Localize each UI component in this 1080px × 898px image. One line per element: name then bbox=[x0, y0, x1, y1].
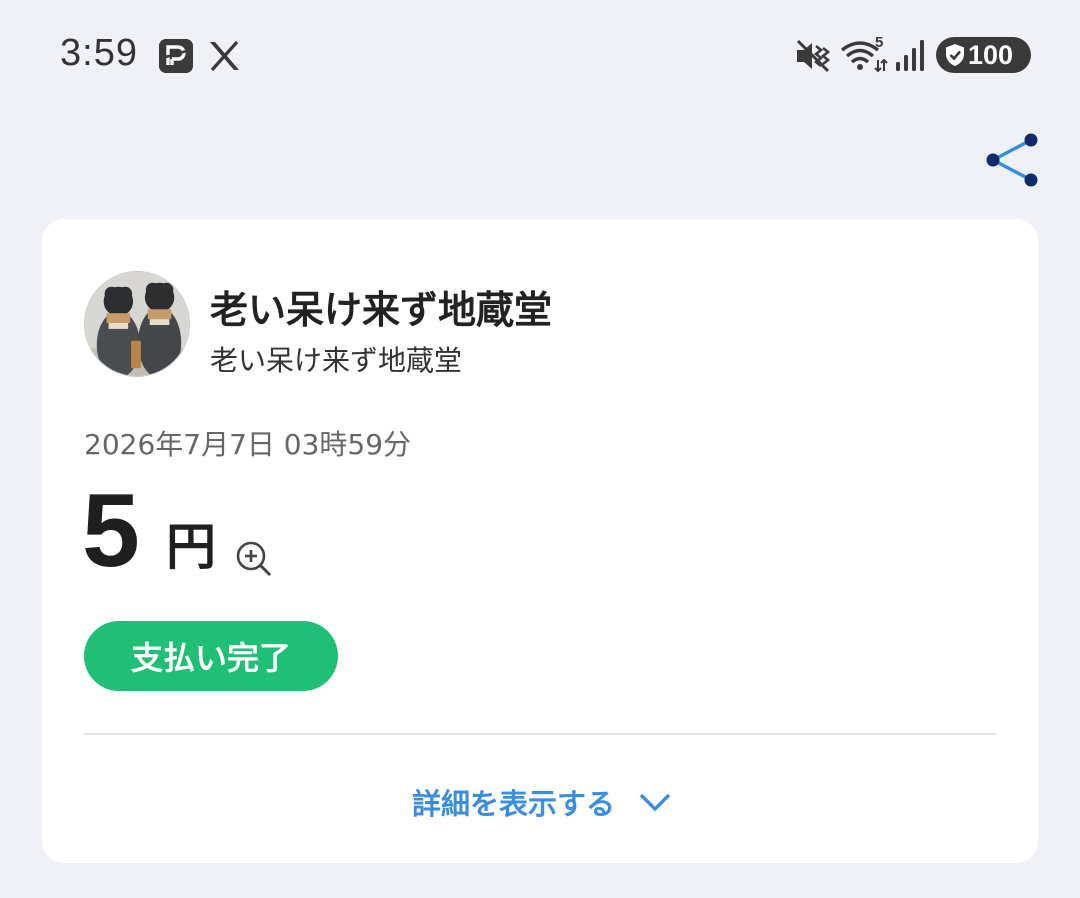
transaction-datetime: 2026年7月7日 03時59分 bbox=[84, 428, 412, 461]
shield-check-icon bbox=[946, 44, 964, 66]
amount-value: 5 bbox=[82, 473, 140, 589]
amount-unit: 円 bbox=[166, 518, 216, 576]
merchant-subname: 老い呆け来ず地蔵堂 bbox=[210, 344, 463, 377]
status-bar: 3:59 5 100 bbox=[0, 0, 1080, 110]
signal-icon bbox=[896, 40, 924, 71]
chevron-down-icon bbox=[639, 793, 671, 812]
merchant-name: 老い呆け来ず地蔵堂 bbox=[210, 288, 553, 332]
payment-status-badge: 支払い完了 bbox=[84, 621, 338, 691]
wifi-badge: 5 bbox=[875, 34, 884, 51]
paypay-icon bbox=[159, 39, 193, 73]
battery-indicator: 100 bbox=[936, 37, 1031, 73]
payment-card: 老い呆け来ず地蔵堂 老い呆け来ず地蔵堂 2026年7月7日 03時59分 5 円… bbox=[42, 219, 1038, 863]
show-details-label: 詳細を表示する bbox=[412, 787, 616, 821]
zoom-in-icon[interactable] bbox=[234, 539, 274, 579]
vibrate-mute-icon bbox=[796, 39, 831, 73]
merchant-avatar bbox=[84, 271, 190, 377]
share-icon[interactable] bbox=[980, 130, 1044, 192]
show-details-button[interactable]: 詳細を表示する bbox=[412, 779, 671, 825]
divider bbox=[84, 733, 996, 735]
status-time: 3:59 bbox=[60, 32, 138, 74]
x-icon bbox=[210, 40, 239, 72]
battery-level: 100 bbox=[968, 39, 1014, 70]
